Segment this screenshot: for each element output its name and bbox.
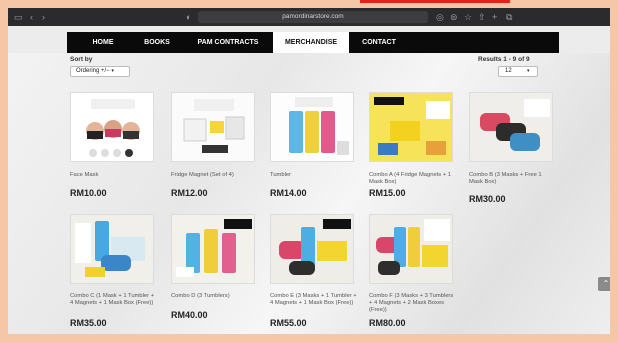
product-name[interactable]: Face Mask xyxy=(70,172,158,179)
sort-label: Sort by xyxy=(70,56,93,63)
product-name[interactable]: Combo A (4 Fridge Magnets + 1 Mask Box) xyxy=(369,172,457,186)
forward-icon[interactable]: › xyxy=(42,11,45,23)
chevron-down-icon: ▾ xyxy=(527,68,530,74)
nav-item-pam-contracts[interactable]: PAM CONTRACTS xyxy=(183,32,273,53)
per-page-select[interactable]: 12 ▾ xyxy=(498,66,538,77)
shield-icon: ◐ xyxy=(186,12,192,22)
per-page-value: 12 xyxy=(505,68,512,74)
nav-item-books[interactable]: BOOKS xyxy=(131,32,183,53)
outer-frame-bottom xyxy=(0,334,618,343)
product-image[interactable] xyxy=(70,214,154,284)
address-bar[interactable]: pamordinarstore.com xyxy=(198,11,428,23)
share-icon[interactable]: ◎ xyxy=(436,11,444,23)
product-price: RM12.00 xyxy=(171,188,208,198)
combo-f-image xyxy=(370,215,452,283)
product-name[interactable]: Combo F (3 Masks + 3 Tumblers + 4 Magnet… xyxy=(369,293,457,314)
product-price: RM40.00 xyxy=(171,310,208,320)
product-image[interactable] xyxy=(369,92,453,162)
product-name[interactable]: Tumbler xyxy=(270,172,358,179)
plus-icon[interactable]: + xyxy=(492,11,497,23)
fridge-magnet-image xyxy=(172,93,254,161)
product-image[interactable] xyxy=(270,214,354,284)
sidebar-icon[interactable]: ▭ xyxy=(14,11,23,23)
results-count: Results 1 - 9 of 9 xyxy=(478,56,530,63)
product-listing: Sort by Ordering +/− ▾ Results 1 - 9 of … xyxy=(8,53,618,334)
product-image[interactable] xyxy=(270,92,354,162)
product-image[interactable] xyxy=(70,92,154,162)
outer-frame-top xyxy=(0,0,618,8)
combo-d-image xyxy=(172,215,254,283)
product-price: RM80.00 xyxy=(369,318,406,328)
product-image[interactable] xyxy=(469,92,553,162)
sort-select-value: Ordering +/− xyxy=(76,68,110,74)
url-text: pamordinarstore.com xyxy=(282,13,344,20)
product-name[interactable]: Combo C (1 Mask + 1 Tumbler + 4 Magnets … xyxy=(70,293,158,307)
upload-icon[interactable]: ⇧ xyxy=(478,11,486,23)
product-price: RM15.00 xyxy=(369,188,406,198)
product-image[interactable] xyxy=(171,214,255,284)
product-name[interactable]: Combo D (3 Tumblers) xyxy=(171,293,259,300)
browser-window: ▭ ‹ › ◐ pamordinarstore.com ◎ ⊜ ☆ ⇧ + ⧉ … xyxy=(8,8,618,334)
outer-frame-right xyxy=(610,8,618,343)
combo-e-image xyxy=(271,215,353,283)
product-name[interactable]: Combo E (3 Masks + 1 Tumbler + 4 Magnets… xyxy=(270,293,358,307)
bookmark-icon[interactable]: ☆ xyxy=(464,11,472,23)
nav-item-merchandise[interactable]: MERCHANDISE xyxy=(273,32,349,53)
combo-b-image xyxy=(470,93,552,161)
tabs-icon[interactable]: ⧉ xyxy=(506,11,512,23)
product-price: RM30.00 xyxy=(469,194,506,204)
chevron-up-icon: ⌃ xyxy=(602,279,610,288)
product-name[interactable]: Fridge Magnet (Set of 4) xyxy=(171,172,259,179)
main-nav: HOME BOOKS PAM CONTRACTS MERCHANDISE CON… xyxy=(67,32,559,53)
product-price: RM35.00 xyxy=(70,318,107,328)
chevron-down-icon: ▾ xyxy=(111,68,114,74)
combo-c-image xyxy=(71,215,153,283)
product-image[interactable] xyxy=(369,214,453,284)
product-price: RM55.00 xyxy=(270,318,307,328)
nav-item-contact[interactable]: CONTACT xyxy=(349,32,409,53)
browser-toolbar: ▭ ‹ › ◐ pamordinarstore.com ◎ ⊜ ☆ ⇧ + ⧉ xyxy=(8,8,618,26)
reader-icon[interactable]: ⊜ xyxy=(450,11,458,23)
combo-a-image xyxy=(370,93,452,161)
product-image[interactable] xyxy=(171,92,255,162)
product-price: RM10.00 xyxy=(70,188,107,198)
tumbler-image xyxy=(271,93,353,161)
highlight-line xyxy=(360,0,510,3)
nav-item-home[interactable]: HOME xyxy=(75,32,131,53)
product-name[interactable]: Combo B (3 Masks + Free 1 Mask Box) xyxy=(469,172,557,186)
product-price: RM14.00 xyxy=(270,188,307,198)
face-mask-image xyxy=(71,93,153,161)
back-icon[interactable]: ‹ xyxy=(30,11,33,23)
sort-select[interactable]: Ordering +/− ▾ xyxy=(70,66,130,77)
